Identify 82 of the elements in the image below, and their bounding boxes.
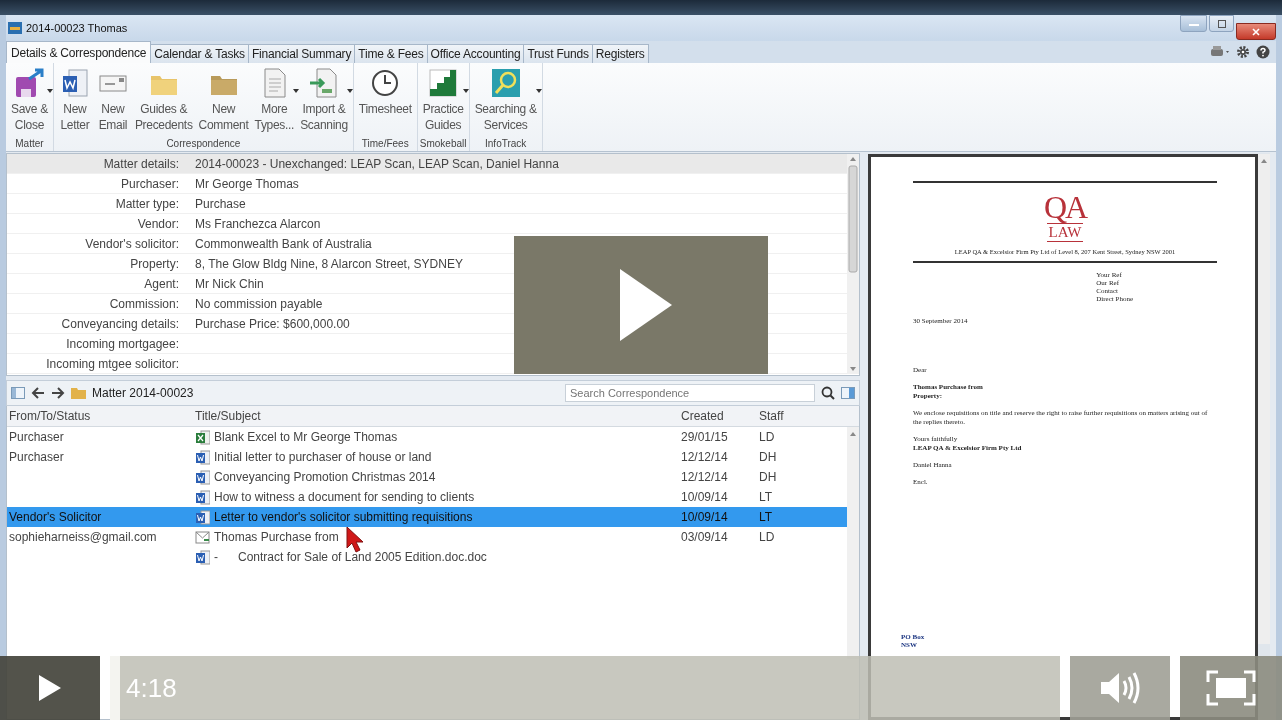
tab[interactable]: Trust Funds	[523, 44, 593, 63]
column-header[interactable]: Title/Subject	[195, 406, 681, 426]
table-row[interactable]: Vendor's Solicitor Letter to vendor's solicitor submitting requisitions 10/09/14 LT	[7, 507, 847, 527]
table-row[interactable]: How to witness a document for sending to clients 10/09/14 LT	[7, 487, 847, 507]
window-title: 2014-00023 Thomas	[26, 22, 128, 34]
table-cell-text: Purchaser	[9, 449, 64, 466]
table-cell-text: Thomas Purchase from	[214, 529, 339, 546]
table-cell-text: LD	[759, 429, 775, 446]
table-cell-text: 12/12/14	[681, 469, 728, 486]
tab[interactable]: Details & Correspondence	[6, 41, 152, 63]
field-label: Incoming mtgee solicitor:	[45, 356, 179, 373]
ribbon-button[interactable]: More Types...	[251, 63, 298, 137]
breadcrumb: Matter 2014-00023	[92, 386, 194, 400]
table-cell-text: DH	[759, 469, 777, 486]
table-cell-text: LT	[759, 509, 773, 526]
tab[interactable]: Financial Summary	[247, 44, 356, 63]
table-cell-text: sophieharneiss@gmail.com	[9, 529, 157, 546]
field-value: Purchase Price: $600,000.00	[195, 316, 350, 333]
column-header[interactable]: From/To/Status	[7, 406, 195, 426]
group-label: Smokeball	[419, 137, 467, 151]
tab[interactable]: Office Accounting	[426, 44, 525, 63]
table-cell-text: -	[214, 549, 218, 566]
field-value: Commonwealth Bank of Australia	[195, 236, 372, 253]
ribbon-button[interactable]: Practice Guides	[419, 63, 467, 137]
field-value: Mr Nick Chin	[195, 276, 264, 293]
group-label: InfoTrack	[484, 137, 528, 151]
field-value: Mr George Thomas	[195, 176, 299, 193]
tab[interactable]: Time & Fees	[354, 44, 428, 63]
field-label: Conveyancing details:	[60, 316, 179, 333]
ribbon-button[interactable]: Timesheet	[355, 63, 415, 137]
group-label: Correspondence	[165, 137, 242, 151]
table-cell-text: 12/12/14	[681, 449, 728, 466]
table-cell-text: 03/09/14	[681, 529, 728, 546]
elapsed-time: 4:18	[126, 672, 177, 704]
table-cell-text: Contract for Sale of Land 2005 Edition.doc.doc	[238, 549, 487, 566]
table-cell-text: Vendor's Solicitor	[9, 509, 102, 526]
table-cell-text: Purchaser	[9, 429, 64, 446]
table-row[interactable]: - Contract for Sale of Land 2005 Edition.doc.doc	[7, 547, 847, 567]
table-cell-text: Initial letter to purchaser of house or land	[214, 449, 432, 466]
field-label: Matter details:	[102, 156, 179, 173]
table-cell-text: Conveyancing Promotion Christmas 2014	[214, 469, 436, 486]
field-value: No commission payable	[195, 296, 323, 313]
field-label: Matter type:	[114, 196, 179, 213]
ribbon-button[interactable]: Guides & Precedents	[131, 63, 196, 137]
table-cell-text: DH	[759, 449, 777, 466]
field-label: Agent:	[143, 276, 179, 293]
table-row[interactable]: sophieharneiss@gmail.com Thomas Purchase from 03/09/14 LD	[7, 527, 847, 547]
table-cell-text: How to witness a document for sending to clients	[214, 489, 475, 506]
field-label: Vendor:	[136, 216, 179, 233]
table-cell-text: LT	[759, 489, 773, 506]
table-row[interactable]: Purchaser Blank Excel to Mr George Thomas 29/01/15 LD	[7, 427, 847, 447]
table-cell-text: Blank Excel to Mr George Thomas	[214, 429, 398, 446]
field-label: Commission:	[108, 296, 179, 313]
ribbon-button[interactable]: New Comment	[195, 63, 252, 137]
search-field[interactable]: Search Correspondence	[565, 384, 815, 402]
field-label: Property:	[129, 256, 179, 273]
table-cell-text: LD	[759, 529, 775, 546]
ribbon-button[interactable]: New Email	[93, 63, 132, 137]
tab[interactable]: Registers	[591, 44, 649, 63]
logo: QA LAW	[1043, 191, 1087, 242]
ribbon-button[interactable]: Save & Close	[8, 63, 51, 137]
ribbon-button[interactable]: New Letter	[55, 63, 94, 137]
ribbon-button[interactable]: Searching & Services	[471, 63, 540, 137]
table-row[interactable]: Purchaser Initial letter to purchaser of house or land 12/12/14 DH	[7, 447, 847, 467]
field-value: Ms Franchezca Alarcon	[195, 216, 321, 233]
table-row[interactable]: Conveyancing Promotion Christmas 2014 12/12/14 DH	[7, 467, 847, 487]
field-label: Incoming mortgagee:	[65, 336, 179, 353]
field-label: Vendor's solicitor:	[84, 236, 179, 253]
column-header[interactable]: Created	[681, 406, 759, 426]
field-value: Purchase	[195, 196, 246, 213]
table-cell-text: 29/01/15	[681, 429, 728, 446]
table-cell-text: Letter to vendor's solicitor submitting requisitions	[214, 509, 473, 526]
field-value: 2014-00023 - Unexchanged: LEAP Scan, LEAP Scan, Daniel Hanna	[195, 156, 559, 173]
ribbon-button[interactable]: Import & Scanning	[297, 63, 351, 137]
column-header[interactable]: Staff	[759, 406, 839, 426]
group-label: Matter	[14, 137, 45, 151]
field-label: Purchaser:	[119, 176, 179, 193]
table-cell-text: 10/09/14	[681, 509, 728, 526]
group-label: Time/Fees	[360, 137, 410, 151]
table-cell-text: 10/09/14	[681, 489, 728, 506]
tab[interactable]: Calendar & Tasks	[150, 44, 249, 63]
field-value: 8, The Glow Bldg Nine, 8 Alarcon Street, SYDNEY	[195, 256, 463, 273]
